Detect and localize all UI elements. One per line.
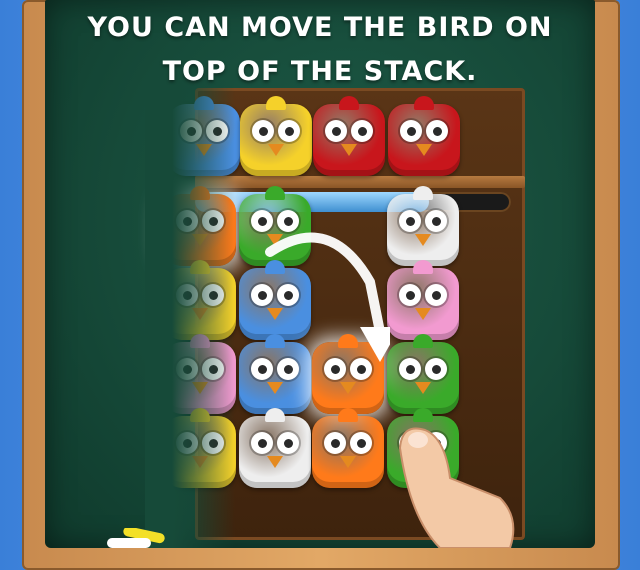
- bird-crest: [413, 260, 433, 274]
- bird-crest: [413, 186, 433, 200]
- bird-crest: [339, 96, 359, 110]
- bird-eye: [425, 358, 447, 380]
- hand-pointer-icon: [398, 427, 515, 548]
- bird-eye: [278, 120, 300, 142]
- bird-eye: [351, 120, 373, 142]
- bird-crest: [265, 408, 285, 422]
- pink-bird[interactable]: [387, 260, 459, 340]
- bird-beak: [267, 456, 283, 468]
- bird-eye: [425, 210, 447, 232]
- chalk-icon: [107, 528, 165, 548]
- bird-eye: [399, 284, 421, 306]
- bird-eye: [399, 210, 421, 232]
- bird-eye: [426, 120, 448, 142]
- red-bird[interactable]: [313, 96, 385, 176]
- bird-beak: [415, 382, 431, 394]
- bird-eye: [399, 358, 421, 380]
- arrow-icon: [265, 232, 390, 362]
- yellow-bird[interactable]: [240, 96, 312, 176]
- bird-eye: [350, 432, 372, 454]
- bird-beak: [415, 234, 431, 246]
- bird-beak: [341, 144, 357, 156]
- tutorial-line-1: YOU CAN MOVE THE BIRD ON: [87, 12, 553, 43]
- bird-eye: [400, 120, 422, 142]
- bird-beak: [340, 456, 356, 468]
- green-bird[interactable]: [387, 334, 459, 414]
- bird-crest: [338, 408, 358, 422]
- bird-crest: [266, 96, 286, 110]
- tutorial-title: YOU CAN MOVE THE BIRD ON TOP OF THE STAC…: [0, 6, 640, 94]
- shelf-plank-top: [195, 176, 525, 188]
- white-bird[interactable]: [239, 408, 311, 488]
- bird-beak: [340, 382, 356, 394]
- bird-crest: [413, 334, 433, 348]
- bird-beak: [416, 144, 432, 156]
- bird-eye: [425, 284, 447, 306]
- bird-beak: [267, 382, 283, 394]
- bird-crest: [414, 96, 434, 110]
- red-bird[interactable]: [388, 96, 460, 176]
- bird-eye: [325, 120, 347, 142]
- tutorial-line-2: TOP OF THE STACK.: [162, 56, 478, 87]
- bird-eye: [252, 120, 274, 142]
- bird-eye: [324, 432, 346, 454]
- orange-bird[interactable]: [312, 408, 384, 488]
- bird-eye: [251, 432, 273, 454]
- bird-beak: [268, 144, 284, 156]
- shelf-fade-overlay: [145, 80, 235, 548]
- bird-eye: [277, 432, 299, 454]
- bird-beak: [415, 308, 431, 320]
- bird-crest: [265, 186, 285, 200]
- white-bird[interactable]: [387, 186, 459, 266]
